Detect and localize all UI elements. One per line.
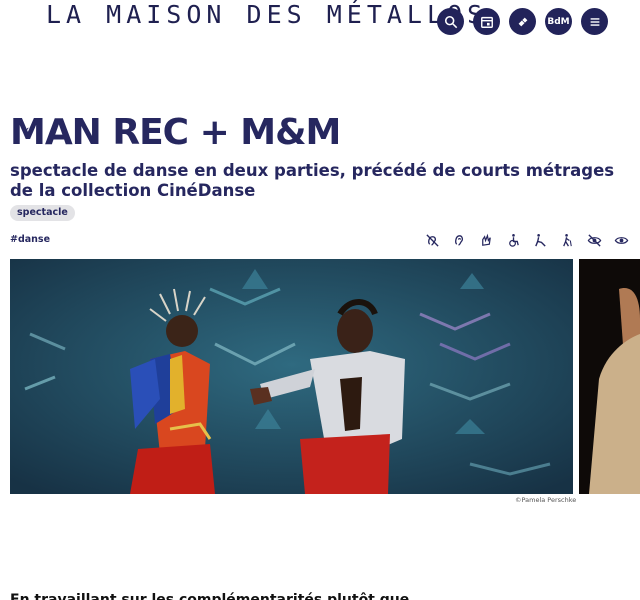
page-title: MAN REC + M&M	[10, 112, 341, 153]
hearing-impaired-icon	[423, 232, 441, 248]
ear-icon	[450, 232, 468, 248]
calendar-icon	[480, 16, 493, 28]
bdm-label: BdM	[547, 16, 570, 27]
tick-mark: ✓	[22, 126, 31, 137]
intro-paragraph: En travaillant sur les complémentarités …	[10, 592, 410, 600]
hamburger-icon	[590, 17, 599, 26]
next-photo[interactable]	[579, 259, 640, 494]
ticket-icon	[518, 17, 527, 26]
hero-photo[interactable]	[10, 259, 573, 494]
menu-button[interactable]	[581, 8, 608, 35]
walking-cane-icon	[558, 232, 576, 248]
search-icon	[444, 15, 457, 28]
reduced-mobility-icon	[531, 232, 549, 248]
sign-language-icon	[477, 232, 495, 248]
page-subtitle: spectacle de danse en deux parties, préc…	[10, 161, 615, 200]
header-nav: BdM	[437, 8, 608, 35]
photo-credit: ©Pamela Perschke	[515, 496, 577, 504]
dancers-photo	[10, 259, 573, 494]
bdm-button[interactable]: BdM	[545, 8, 572, 35]
ticket-button[interactable]	[509, 8, 536, 35]
next-photo-image	[579, 259, 640, 494]
wheelchair-icon	[504, 232, 522, 248]
category-badge[interactable]: spectacle	[10, 205, 75, 221]
search-button[interactable]	[437, 8, 464, 35]
eye-icon	[612, 232, 630, 248]
calendar-button[interactable]	[473, 8, 500, 35]
hashtag-link[interactable]: #danse	[10, 234, 50, 245]
visually-impaired-icon	[585, 232, 603, 248]
accessibility-icons	[423, 232, 630, 248]
